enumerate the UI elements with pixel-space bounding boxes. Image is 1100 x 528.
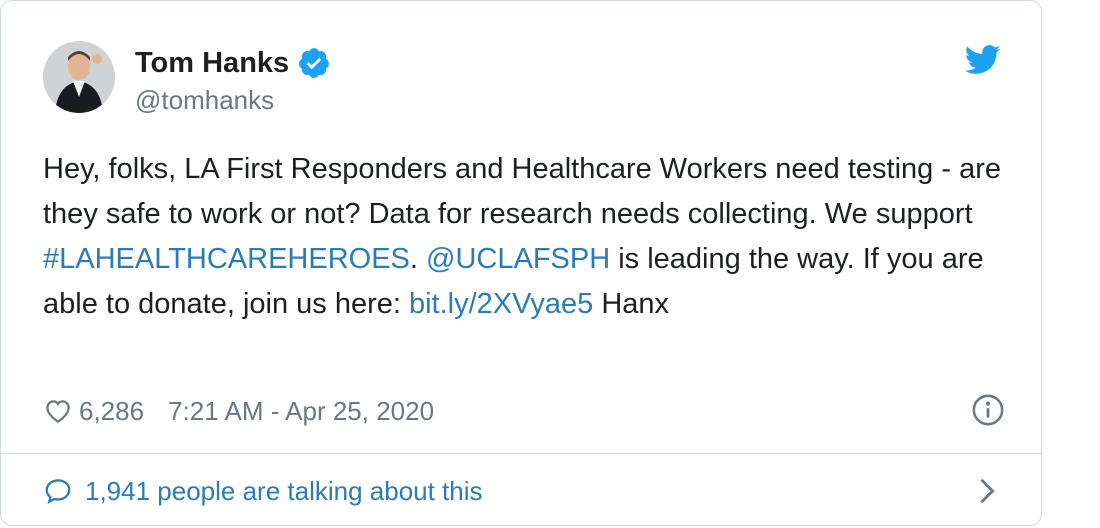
twitter-bird-icon[interactable] xyxy=(965,45,1001,75)
comment-bubble-icon xyxy=(45,479,71,504)
tweet-text-segment: Hey, folks, LA First Responders and Heal… xyxy=(43,153,1001,230)
divider xyxy=(1,453,1041,454)
conversation-link[interactable]: 1,941 people are talking about this xyxy=(43,471,1005,511)
tweet-text-segment: Hanx xyxy=(593,288,670,320)
author-handle[interactable]: @tomhanks xyxy=(135,85,331,116)
author-name[interactable]: Tom Hanks xyxy=(135,47,289,80)
heart-icon[interactable] xyxy=(43,396,73,426)
verified-badge-icon xyxy=(299,48,330,78)
timestamp-link[interactable]: 7:21 AM - Apr 25, 2020 xyxy=(168,396,434,427)
author-block: Tom Hanks @tomhanks xyxy=(135,45,331,116)
tweet-header: Tom Hanks @tomhanks xyxy=(43,41,1003,119)
like-count[interactable]: 6,286 xyxy=(79,396,144,427)
hashtag-link[interactable]: #LAHEALTHCAREHEROES xyxy=(43,243,410,275)
talking-count[interactable]: 1,941 people are talking about this xyxy=(85,476,483,507)
avatar[interactable] xyxy=(43,41,115,113)
tweet-text-segment: . xyxy=(409,243,427,275)
mention-link[interactable]: @UCLAFSPH xyxy=(426,243,610,275)
url-link[interactable]: bit.ly/2XVyae5 xyxy=(409,288,593,320)
chevron-right-icon[interactable] xyxy=(977,477,997,505)
info-icon[interactable] xyxy=(971,393,1005,427)
tweet-meta: 6,286 7:21 AM - Apr 25, 2020 xyxy=(43,391,1005,431)
tweet-text: Hey, folks, LA First Responders and Heal… xyxy=(43,147,1013,327)
tweet-card: Tom Hanks @tomhanks Hey, folks, LA First… xyxy=(0,0,1042,526)
